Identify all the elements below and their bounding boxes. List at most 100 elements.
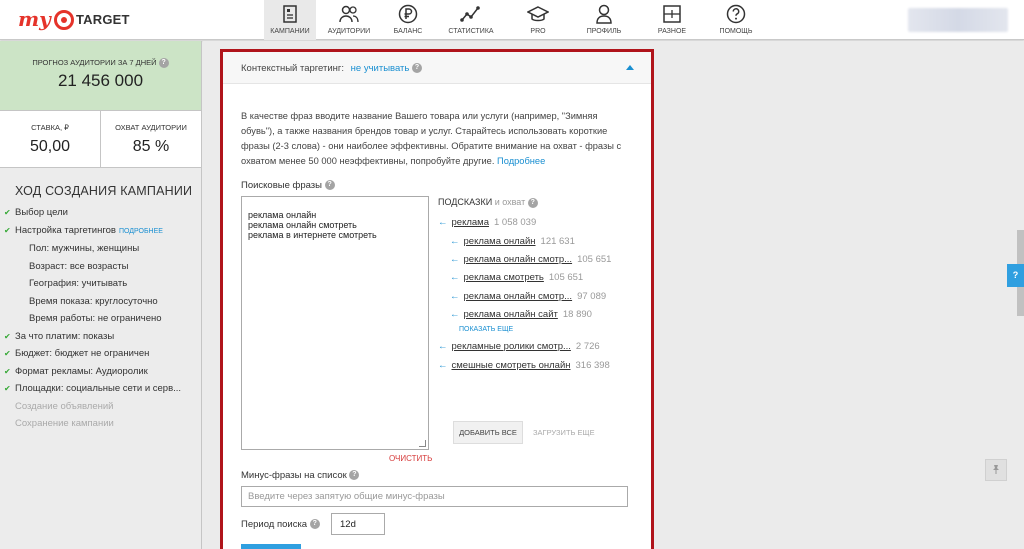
suggestion-item[interactable]: ← реклама онлайн сайт 18 890 (450, 309, 592, 320)
step-platforms[interactable]: Площадки: социальные сети и серв... (0, 380, 201, 398)
suggestion-text[interactable]: реклама онлайн (464, 236, 536, 247)
search-period-label-row: Период поиска ? (241, 519, 320, 530)
floating-help-button[interactable]: ? (1007, 264, 1024, 287)
question-icon[interactable]: ? (309, 519, 320, 530)
resize-handle-icon[interactable] (419, 440, 426, 447)
load-more-button[interactable]: ЗАГРУЗИТЬ ЕЩЕ (533, 428, 595, 437)
details-link[interactable]: Подробнее (497, 156, 545, 166)
step-budget[interactable]: Бюджет: бюджет не ограничен (0, 345, 201, 363)
arrow-left-icon[interactable]: ← (438, 217, 448, 228)
suggestion-count: 316 398 (575, 360, 610, 371)
minus-phrases-input[interactable]: Введите через запятую общие минус-фразы (241, 486, 628, 507)
nav-audiences[interactable]: АУДИТОРИИ (316, 0, 382, 40)
nav-help[interactable]: ПОМОЩЬ (704, 0, 768, 40)
step-targeting[interactable]: Настройка таргетинговПОДРОБНЕЕ (0, 222, 201, 241)
suggestion-text[interactable]: реклама онлайн сайт (464, 309, 558, 320)
arrow-left-icon[interactable]: ← (438, 360, 448, 371)
reach-title: ОХВАТ АУДИТОРИИ (115, 123, 187, 132)
clear-button[interactable]: ОЧИСТИТЬ (389, 454, 432, 463)
suggestion-item[interactable]: ← смешные смотреть онлайн 316 398 (438, 360, 610, 371)
step-label: За что платим: показы (15, 330, 115, 342)
nav-profile-label: ПРОФИЛЬ (586, 28, 622, 35)
pin-icon (991, 461, 1001, 479)
arrow-left-icon[interactable]: ← (450, 272, 460, 283)
suggestion-count: 97 089 (577, 291, 607, 302)
arrow-left-icon[interactable]: ← (450, 291, 460, 302)
rate-reach-stats: СТАВКА, ₽ 50,00 ОХВАТ АУДИТОРИИ 85 % (0, 111, 201, 168)
question-icon[interactable]: ? (324, 180, 335, 191)
question-icon[interactable]: ? (158, 58, 169, 69)
search-phrases-label: Поисковые фразы (241, 180, 322, 191)
suggestion-text[interactable]: реклама онлайн смотр... (464, 291, 573, 302)
step-label: Формат рекламы: Аудиоролик (15, 365, 148, 377)
context-targeting-value-link[interactable]: не учитывать (351, 63, 410, 74)
suggestion-item[interactable]: ← реклама смотреть 105 651 (450, 272, 583, 283)
step-create-ads: Создание объявлений (0, 398, 201, 416)
suggestion-text[interactable]: рекламные ролики смотр... (452, 341, 571, 352)
step-label: Площадки: социальные сети и серв... (15, 383, 182, 394)
submit-button[interactable] (241, 544, 301, 549)
question-icon[interactable]: ? (411, 63, 422, 74)
search-phrases-textarea[interactable]: реклама онлайн реклама онлайн смотреть р… (241, 196, 429, 450)
mytarget-logo[interactable]: my TARGET (18, 8, 129, 32)
collapse-arrow-icon[interactable] (626, 65, 634, 70)
audiences-icon (338, 4, 360, 24)
suggestion-count: 121 631 (540, 236, 575, 247)
suggestion-text[interactable]: смешные смотреть онлайн (452, 360, 571, 371)
step-goal[interactable]: Выбор цели (0, 204, 201, 222)
question-icon[interactable]: ? (349, 470, 360, 481)
arrow-left-icon[interactable]: ← (438, 341, 448, 352)
step-label: Время работы: не ограничено (29, 313, 162, 324)
step-label: Выбор цели (15, 207, 68, 218)
forecast-title: ПРОГНОЗ АУДИТОРИИ ЗА 7 ДНЕЙ (32, 58, 157, 67)
suggestion-item[interactable]: ← рекламные ролики смотр... 2 726 (438, 341, 600, 352)
reach-stat: ОХВАТ АУДИТОРИИ 85 % (100, 111, 201, 167)
suggestion-text[interactable]: реклама (452, 217, 489, 228)
context-targeting-header[interactable]: Контекстный таргетинг: не учитывать ? (223, 52, 651, 84)
step-work-time: Время работы: не ограничено (0, 310, 201, 328)
nav-profile[interactable]: ПРОФИЛЬ (568, 0, 640, 40)
step-ad-format[interactable]: Формат рекламы: Аудиоролик (0, 363, 201, 381)
suggestion-item[interactable]: ← реклама онлайн смотр... 105 651 (450, 254, 611, 265)
step-gender: Пол: мужчины, женщины (0, 240, 201, 258)
step-geography: География: учитывать (0, 275, 201, 293)
reach-value: 85 % (132, 138, 170, 155)
suggestion-item[interactable]: ← реклама онлайн 121 631 (450, 236, 575, 247)
search-period-input[interactable]: 12d (331, 513, 385, 535)
main-content: Контекстный таргетинг: не учитывать ? В … (203, 41, 1024, 549)
step-age: Возраст: все возрасты (0, 258, 201, 276)
suggestion-item[interactable]: ← реклама 1 058 039 (438, 217, 536, 228)
context-targeting-panel: Контекстный таргетинг: не учитывать ? В … (220, 49, 654, 549)
question-icon[interactable]: ? (527, 197, 538, 208)
user-account-blurred[interactable] (908, 8, 1008, 32)
arrow-left-icon[interactable]: ← (450, 309, 460, 320)
add-all-button[interactable]: ДОБАВИТЬ ВСЕ (453, 421, 523, 444)
search-period-label: Период поиска (241, 519, 308, 530)
audience-forecast: ПРОГНОЗ АУДИТОРИИ ЗА 7 ДНЕЙ ? 21 456 000 (0, 41, 201, 111)
nav-campaigns-label: КАМПАНИИ (270, 28, 310, 35)
pin-button[interactable] (985, 459, 1007, 481)
step-label: Время показа: круглосуточно (29, 295, 158, 307)
top-bar: my TARGET КАМПАНИИ АУДИТОРИИ БАЛАНС СТАТ… (0, 0, 1024, 40)
nav-statistics[interactable]: СТАТИСТИКА (434, 0, 508, 40)
step-label: География: учитывать (29, 278, 128, 289)
suggestion-item[interactable]: ← реклама онлайн смотр... 97 089 (450, 291, 606, 302)
search-phrases-label-row: Поисковые фразы ? (241, 180, 335, 191)
context-targeting-label: Контекстный таргетинг: (241, 63, 345, 74)
nav-pro[interactable]: PRO (508, 0, 568, 40)
arrow-left-icon[interactable]: ← (450, 254, 460, 265)
suggestion-count: 105 651 (548, 272, 584, 283)
ruble-icon (398, 4, 418, 24)
step-payment[interactable]: За что платим: показы (0, 328, 201, 346)
more-details-link[interactable]: ПОДРОБНЕЕ (119, 228, 163, 235)
arrow-left-icon[interactable]: ← (450, 236, 460, 247)
nav-misc[interactable]: РАЗНОЕ (640, 0, 704, 40)
suggestion-text[interactable]: реклама онлайн смотр... (464, 254, 573, 265)
suggestion-text[interactable]: реклама смотреть (464, 272, 544, 283)
forecast-value: 21 456 000 (57, 71, 144, 91)
step-label: Создание объявлений (15, 400, 114, 412)
nav-balance[interactable]: БАЛАНС (382, 0, 434, 40)
nav-campaigns[interactable]: КАМПАНИИ (264, 0, 316, 40)
show-more-link[interactable]: ПОКАЗАТЬ ЕЩЕ (459, 326, 513, 333)
nav-audiences-label: АУДИТОРИИ (327, 28, 371, 35)
